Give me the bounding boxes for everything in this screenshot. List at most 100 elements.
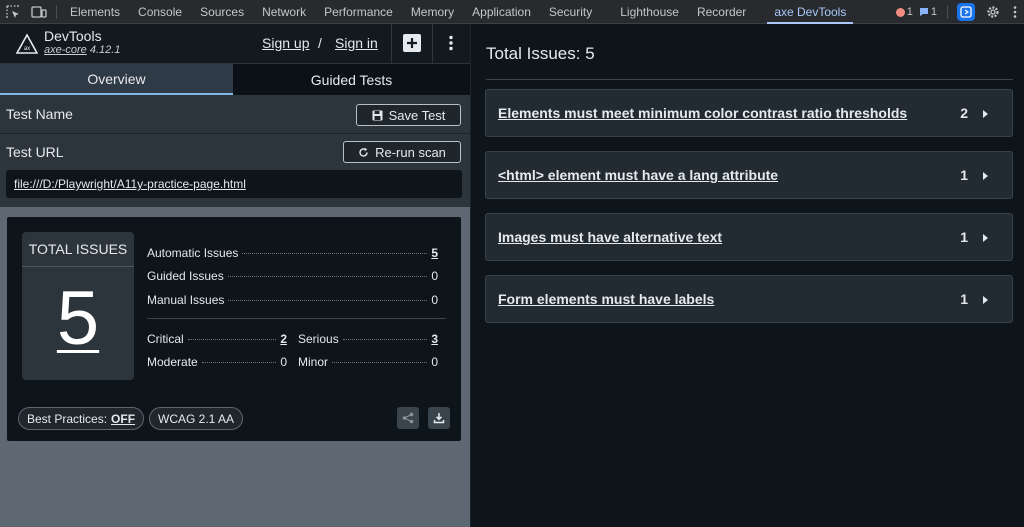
error-icon — [895, 7, 905, 17]
save-test-button[interactable]: Save Test — [356, 104, 461, 126]
test-url-label: Test URL — [6, 144, 64, 160]
device-toolbar-icon[interactable] — [26, 0, 52, 24]
tab-overview[interactable]: Overview — [0, 64, 233, 95]
leader-dots — [228, 300, 427, 301]
inspect-element-icon[interactable] — [0, 0, 26, 24]
chevron-right-icon — [983, 110, 988, 118]
total-issues-count[interactable]: 5 — [22, 277, 134, 361]
refresh-icon — [359, 147, 368, 157]
add-square-icon — [403, 34, 421, 52]
guided-issues-label: Guided Issues — [147, 269, 224, 283]
minor-row: Minor 0 — [298, 355, 438, 369]
message-counter[interactable]: 1 — [919, 6, 937, 18]
moderate-row: Moderate 0 — [147, 355, 287, 369]
rerun-scan-button[interactable]: Re-run scan — [343, 141, 461, 163]
issue-title[interactable]: Images must have alternative text — [498, 229, 722, 245]
issue-title[interactable]: Elements must meet minimum color contras… — [498, 105, 907, 121]
tab-lighthouse[interactable]: Lighthouse — [611, 0, 688, 24]
settings-gear-icon[interactable] — [980, 0, 1006, 24]
tab-memory[interactable]: Memory — [402, 0, 463, 24]
core-name-link[interactable]: axe-core — [44, 44, 87, 56]
tab-elements[interactable]: Elements — [61, 0, 129, 24]
form-divider — [0, 133, 470, 134]
issue-group[interactable]: <html> element must have a lang attribut… — [485, 151, 1013, 199]
best-practices-value: OFF — [111, 411, 136, 426]
leader-dots — [201, 362, 276, 363]
issue-title[interactable]: <html> element must have a lang attribut… — [498, 167, 778, 183]
message-icon — [919, 7, 929, 17]
svg-text:ax: ax — [24, 46, 30, 52]
error-counter[interactable]: 1 — [895, 6, 913, 18]
leader-dots — [342, 339, 427, 340]
critical-label: Critical — [147, 332, 184, 346]
serious-count[interactable]: 3 — [431, 332, 438, 346]
results-title: Total Issues: 5 — [486, 44, 595, 63]
header-divider — [432, 24, 433, 64]
toolbar-divider — [947, 5, 948, 19]
critical-row: Critical 2 — [147, 332, 287, 346]
leader-dots — [227, 276, 427, 277]
moderate-count: 0 — [280, 355, 287, 369]
automatic-issues-row: Automatic Issues 5 — [147, 246, 438, 260]
more-options-icon[interactable] — [1006, 0, 1024, 24]
chevron-right-icon — [983, 172, 988, 180]
share-button[interactable] — [397, 407, 419, 429]
guided-issues-count: 0 — [431, 269, 438, 283]
tab-guided-tests[interactable]: Guided Tests — [233, 64, 470, 95]
serious-label: Serious — [298, 332, 339, 346]
menu-button[interactable] — [440, 32, 462, 54]
manual-issues-count: 0 — [431, 293, 438, 307]
test-url-link[interactable]: file:///D:/Playwright/A11y-practice-page… — [6, 170, 462, 198]
tab-axe-devtools[interactable]: axe DevTools — [765, 0, 855, 24]
tab-performance[interactable]: Performance — [315, 0, 402, 24]
wcag-standard-selector[interactable]: WCAG 2.1 AA — [149, 407, 244, 430]
results-divider — [486, 79, 1013, 80]
issue-count: 1 — [960, 229, 968, 245]
leader-dots — [187, 339, 276, 340]
wcag-standard-label: WCAG 2.1 AA — [158, 411, 235, 426]
save-test-label: Save Test — [388, 107, 446, 123]
tab-network[interactable]: Network — [253, 0, 315, 24]
chevron-right-icon — [983, 296, 988, 304]
issue-group[interactable]: Elements must meet minimum color contras… — [485, 89, 1013, 137]
sign-in-link[interactable]: Sign in — [335, 35, 378, 51]
tab-console[interactable]: Console — [129, 0, 191, 24]
issue-group[interactable]: Images must have alternative text 1 — [485, 213, 1013, 261]
critical-count[interactable]: 2 — [280, 332, 287, 346]
best-practices-label: Best Practices: — [27, 411, 108, 426]
download-icon — [433, 413, 445, 424]
issue-count: 1 — [960, 167, 968, 183]
export-button[interactable] — [428, 407, 450, 429]
share-icon — [402, 412, 414, 424]
automatic-issues-count[interactable]: 5 — [431, 246, 438, 260]
test-name-label: Test Name — [6, 106, 73, 122]
leader-dots — [242, 253, 427, 254]
axe-logo-icon: ax — [16, 33, 38, 55]
tab-security[interactable]: Security — [540, 0, 601, 24]
message-count: 1 — [930, 6, 937, 18]
summary-divider — [147, 318, 446, 319]
moderate-label: Moderate — [147, 355, 198, 369]
sign-up-link[interactable]: Sign up — [262, 35, 309, 51]
dock-side-icon[interactable] — [957, 3, 975, 21]
issue-title[interactable]: Form elements must have labels — [498, 291, 714, 307]
tab-sources[interactable]: Sources — [191, 0, 253, 24]
serious-row: Serious 3 — [298, 332, 438, 346]
kebab-menu-icon — [449, 35, 453, 51]
core-version-number: 4.12.1 — [89, 44, 121, 56]
chevron-right-icon — [983, 234, 988, 242]
test-form: Test Name Save Test Test URL Re-run scan… — [0, 95, 470, 207]
tab-recorder[interactable]: Recorder — [688, 0, 755, 24]
new-test-button[interactable] — [401, 32, 423, 54]
tab-application[interactable]: Application — [463, 0, 540, 24]
issue-group[interactable]: Form elements must have labels 1 — [485, 275, 1013, 323]
brand-title: DevTools — [44, 28, 102, 44]
issues-results-panel: Total Issues: 5 Elements must meet minim… — [470, 24, 1024, 527]
minor-count: 0 — [431, 355, 438, 369]
minor-label: Minor — [298, 355, 329, 369]
best-practices-toggle[interactable]: Best Practices: OFF — [18, 407, 145, 430]
auth-separator: / — [318, 35, 322, 51]
brand-header: ax DevTools axe-core 4.12.1 Sign up / Si… — [0, 24, 470, 64]
manual-issues-label: Manual Issues — [147, 293, 225, 307]
manual-issues-row: Manual Issues 0 — [147, 293, 438, 307]
